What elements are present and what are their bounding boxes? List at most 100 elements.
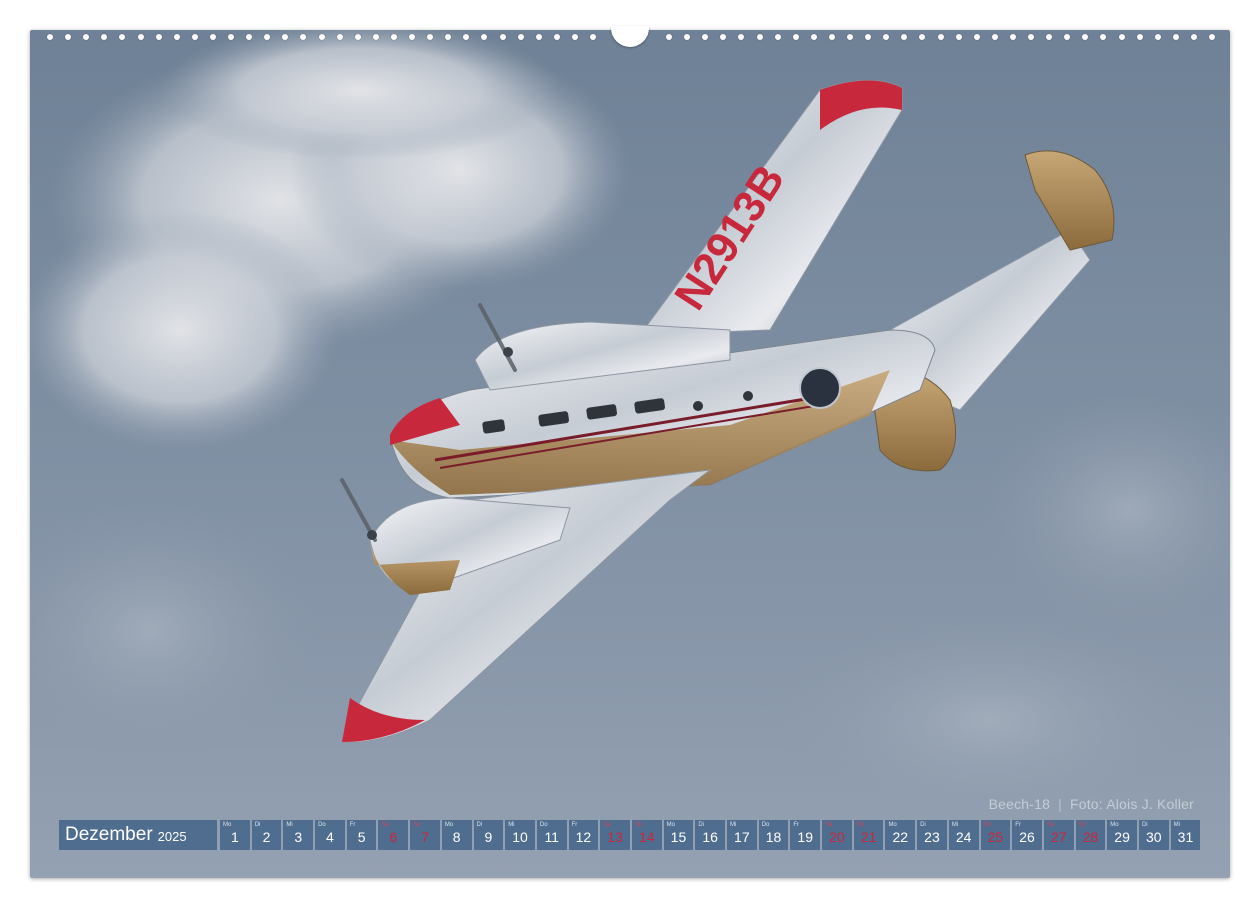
day-number: 5 (357, 829, 366, 845)
weekday-label: Di (254, 822, 261, 828)
day-cell: Mi 31 (1170, 820, 1201, 850)
day-number: 23 (924, 829, 940, 845)
weekday-label: Mo (444, 822, 454, 828)
weekday-label: So (413, 822, 421, 828)
weekday-label: Fr (793, 822, 800, 828)
day-cell: Di 30 (1138, 820, 1169, 850)
weekday-label: Mo (223, 822, 232, 828)
weekday-label: Sa (1046, 822, 1055, 828)
weekday-label: Sa (381, 822, 389, 828)
day-cell: Do 18 (758, 820, 789, 850)
day-cell: So 14 (631, 820, 662, 850)
weekday-label: So (634, 822, 643, 828)
day-number: 7 (421, 829, 429, 845)
weekday-label: Di (476, 822, 483, 828)
day-number: 1 (230, 829, 239, 845)
weekday-label: Do (318, 822, 326, 828)
day-cell: Sa 6 (378, 820, 409, 850)
caption-subject: Beech-18 (988, 796, 1051, 812)
weekday-label: Mo (888, 822, 897, 828)
weekday-label: So (856, 822, 865, 828)
weekday-label: Do (983, 822, 992, 828)
day-number: 19 (797, 829, 813, 845)
day-cell: Do 4 (315, 820, 345, 850)
day-cell: Mo 1 (220, 820, 250, 850)
weekday-label: Di (920, 822, 926, 828)
day-cell: Sa 13 (600, 820, 630, 850)
day-number: 8 (452, 829, 461, 845)
day-cell: Mo 22 (885, 820, 916, 850)
day-cell: Sa 27 (1043, 820, 1074, 850)
day-number: 22 (892, 829, 909, 845)
day-cell: Fr 5 (346, 820, 377, 850)
day-number: 27 (1050, 829, 1067, 845)
day-cell: So 21 (853, 820, 884, 850)
caption-separator: | (1058, 796, 1062, 812)
weekday-label: Fr (571, 822, 578, 828)
weekday-label: Sa (825, 822, 833, 828)
photo-caption: Beech-18 | Foto: Alois J. Koller (989, 796, 1194, 812)
day-number: 29 (1114, 829, 1130, 845)
day-cell: Mo 15 (663, 820, 694, 850)
day-number: 30 (1145, 829, 1162, 845)
weekday-label: Fr (1015, 822, 1021, 828)
weekday-label: Fr (349, 822, 356, 828)
day-cell: Mo 29 (1107, 820, 1137, 850)
day-number: 14 (638, 829, 655, 845)
month-name: Dezember (65, 824, 153, 845)
weekday-label: Sa (603, 822, 611, 828)
day-number: 20 (829, 829, 845, 845)
aircraft-photo: N2913B (30, 30, 1230, 830)
day-cell: Di 16 (695, 820, 725, 850)
day-cell: So 7 (410, 820, 440, 850)
day-cell: Do 11 (536, 820, 567, 850)
day-number: 28 (1082, 829, 1099, 845)
weekday-label: Di (1141, 822, 1148, 828)
weekday-label: Mi (508, 822, 515, 828)
day-number: 21 (860, 829, 877, 845)
day-cell: Di 9 (473, 820, 504, 850)
day-cell: Mi 24 (948, 820, 979, 850)
month-year: 2025 (157, 829, 187, 844)
day-number: 13 (607, 829, 623, 845)
day-cell: Fr 19 (790, 820, 821, 850)
day-number: 6 (389, 829, 398, 845)
day-number: 25 (987, 829, 1004, 845)
weekday-label: Mi (730, 822, 737, 828)
day-number: 15 (670, 829, 687, 845)
caption-credit: Foto: Alois J. Koller (1069, 796, 1194, 812)
weekday-label: Do (761, 822, 770, 828)
day-number: 11 (544, 829, 559, 845)
fuselage-logo (799, 367, 841, 409)
day-cell: So 28 (1075, 820, 1106, 850)
day-cell: Mo 8 (441, 820, 472, 850)
calendar-strip: Dezember 2025 Mo 1 Di 2 Mi 3 Do 4 Fr 5 Sa 6 So 7 Mo 8 Di… (59, 820, 1202, 850)
weekday-label: Do (539, 822, 548, 828)
day-cell: Di 23 (917, 820, 947, 850)
calendar-page: N2913B (30, 30, 1230, 878)
day-number: 26 (1019, 829, 1035, 845)
day-cell: Do 25 (980, 820, 1011, 850)
day-cell: Fr 26 (1012, 820, 1042, 850)
day-number: 12 (575, 829, 592, 845)
day-number: 17 (734, 829, 750, 845)
weekday-label: Mo (1110, 822, 1119, 828)
day-number: 2 (262, 829, 271, 845)
day-cell: Sa 20 (822, 820, 852, 850)
day-number: 4 (326, 829, 334, 845)
weekday-label: Mi (1173, 822, 1180, 828)
weekday-label: Mo (666, 822, 675, 828)
weekday-label: So (1078, 822, 1086, 828)
day-cell: Fr 12 (568, 820, 599, 850)
day-number: 18 (765, 829, 782, 845)
weekday-label: Di (698, 822, 704, 828)
day-cell: Mi 10 (505, 820, 535, 850)
day-number: 24 (955, 829, 972, 845)
weekday-label: Mi (286, 822, 293, 828)
day-number: 3 (294, 829, 303, 845)
day-number: 10 (512, 829, 528, 845)
month-label: Dezember 2025 (59, 820, 217, 850)
day-cell: Mi 17 (727, 820, 757, 850)
day-cell: Mi 3 (283, 820, 314, 850)
weekday-label: Mi (951, 822, 959, 828)
